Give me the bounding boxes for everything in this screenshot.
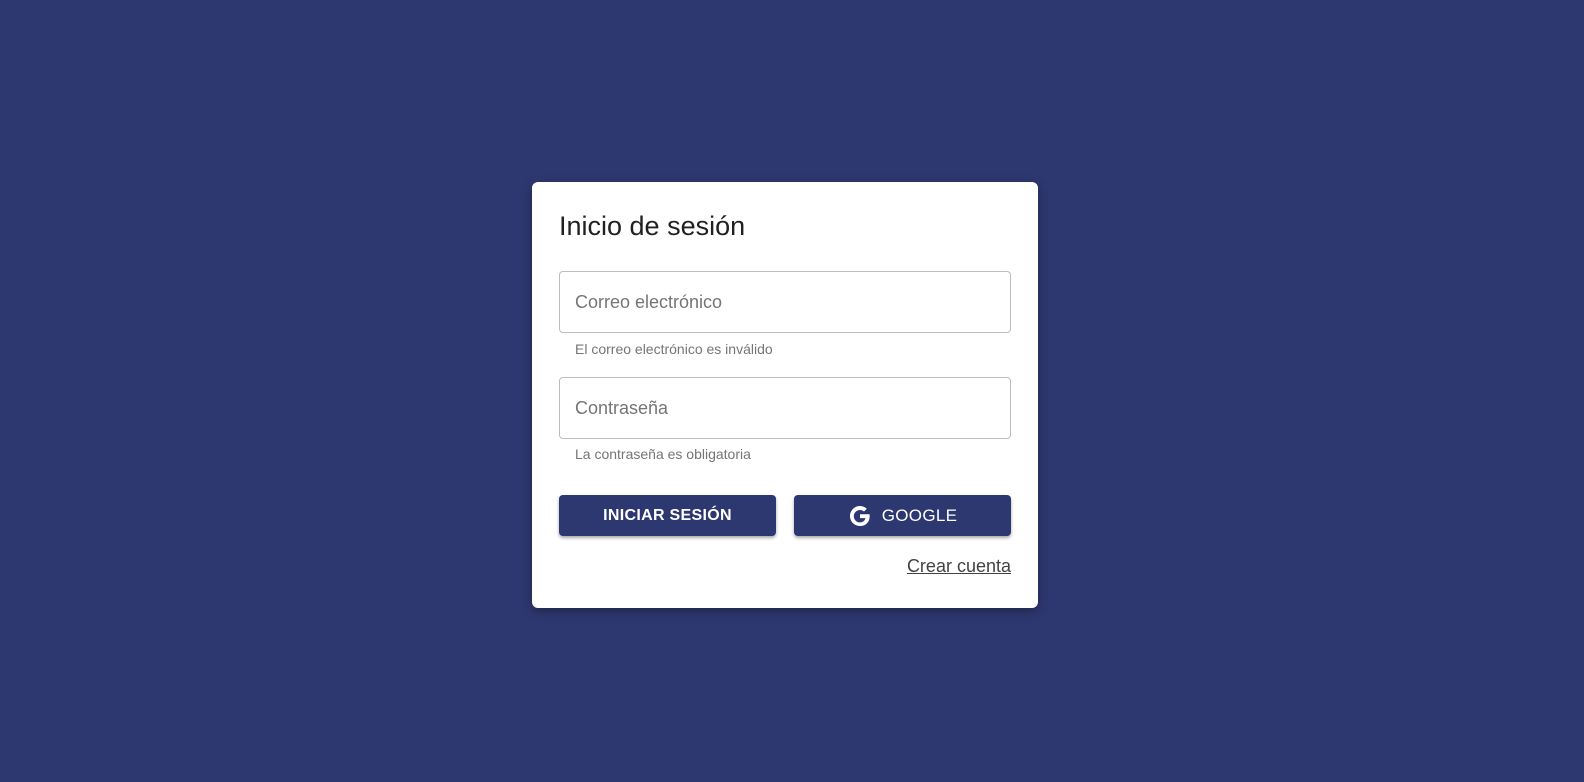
google-icon (848, 504, 872, 528)
email-helper-text: El correo electrónico es inválido (575, 341, 773, 357)
email-field-container (559, 271, 1011, 333)
login-card: Inicio de sesión El correo electrónico e… (532, 182, 1038, 608)
create-account-link[interactable]: Crear cuenta (907, 555, 1011, 577)
login-button-label: INICIAR SESIÓN (603, 506, 732, 524)
page-title: Inicio de sesión (559, 211, 746, 241)
password-field-container (559, 377, 1011, 439)
email-field[interactable] (560, 272, 1010, 332)
password-helper-text: La contraseña es obligatoria (575, 446, 751, 462)
password-field[interactable] (560, 378, 1010, 438)
google-login-button[interactable]: GOOGLE (794, 495, 1011, 536)
login-button[interactable]: INICIAR SESIÓN (559, 495, 776, 536)
google-button-label: GOOGLE (881, 505, 958, 525)
